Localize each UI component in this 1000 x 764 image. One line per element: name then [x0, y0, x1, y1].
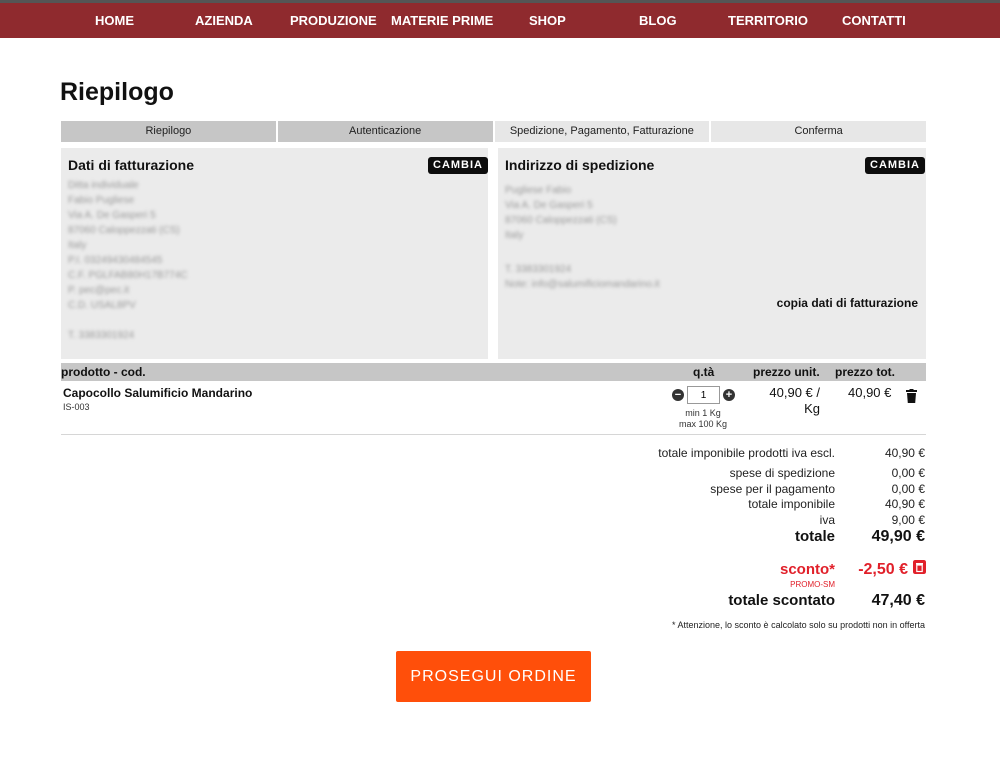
- plus-icon[interactable]: +: [723, 389, 735, 401]
- nav-azienda[interactable]: AZIENDA: [195, 13, 253, 28]
- step-riepilogo[interactable]: Riepilogo: [61, 121, 276, 142]
- billing-line: Via A. De Gasperi 5: [68, 210, 156, 221]
- step-spedizione: Spedizione, Pagamento, Fatturazione: [494, 121, 710, 142]
- proceed-order-button[interactable]: PROSEGUI ORDINE: [396, 651, 591, 702]
- product-table-header: prodotto - cod. q.tà prezzo unit. prezzo…: [61, 363, 926, 381]
- sconto-label: sconto*: [779, 561, 835, 578]
- total-price: 40,90 €: [848, 385, 892, 400]
- iva-label: iva: [819, 513, 835, 527]
- imponibile-label: totale imponibile: [748, 497, 835, 511]
- scontato-value: 47,40 €: [871, 592, 925, 609]
- quantity-input[interactable]: [687, 386, 720, 404]
- billing-line: C.D. USAL8PV: [68, 300, 136, 311]
- shipping-line: T. 3383301924: [505, 264, 572, 275]
- nav-contatti[interactable]: CONTATTI: [842, 13, 906, 28]
- scontato-label: totale scontato: [728, 592, 835, 609]
- nav-shop[interactable]: SHOP: [529, 13, 566, 28]
- billing-line: Ditta individuale: [68, 180, 139, 191]
- nav-blog[interactable]: BLOG: [639, 13, 677, 28]
- nav-produzione[interactable]: PRODUZIONE: [290, 13, 377, 28]
- page-title: Riepilogo: [60, 78, 174, 106]
- shipping-change-button[interactable]: CAMBIA: [865, 157, 925, 174]
- nav-materie-prime[interactable]: MATERIE PRIME: [391, 13, 493, 28]
- checkout-steps: Riepilogo Autenticazione Spedizione, Pag…: [61, 121, 926, 142]
- top-navigation: HOME AZIENDA PRODUZIONE MATERIE PRIME SH…: [0, 0, 1000, 38]
- imponibile-prodotti-value: 40,90 €: [884, 446, 925, 460]
- step-conferma: Conferma: [711, 121, 926, 142]
- totale-label: totale: [794, 528, 835, 545]
- shipping-line: Note: info@salumificiomandarino.it: [505, 279, 660, 290]
- qty-max-note: max 100 Kg: [678, 419, 728, 429]
- billing-line: P.I. 03249430484545: [68, 255, 163, 266]
- shipping-line: Via A. De Gasperi 5: [505, 200, 593, 211]
- col-unit-price: prezzo unit.: [753, 365, 820, 379]
- shipping-line: Pugliese Fabio: [505, 185, 572, 196]
- promo-code: PROMO-SM: [790, 580, 835, 589]
- discount-note: * Attenzione, lo sconto è calcolato solo…: [672, 620, 925, 630]
- spedizione-label: spese di spedizione: [729, 466, 835, 480]
- trash-icon[interactable]: [906, 389, 917, 403]
- billing-line: T. 3383301924: [68, 330, 135, 341]
- billing-line: Italy: [68, 240, 87, 251]
- shipping-line: 87060 Caloppezzati (CS): [505, 215, 617, 226]
- sconto-value: -2,50 €: [858, 561, 908, 578]
- qty-min-note: min 1 Kg: [685, 408, 721, 418]
- billing-line: 87060 Caloppezzati (CS): [68, 225, 180, 236]
- col-product: prodotto - cod.: [61, 365, 146, 379]
- unit-price: 40,90 € / Kg: [769, 385, 820, 416]
- step-autenticazione[interactable]: Autenticazione: [277, 121, 493, 142]
- billing-title: Dati di fatturazione: [68, 157, 195, 173]
- totale-value: 49,90 €: [871, 528, 925, 545]
- billing-line: P. pec@pec.it: [68, 285, 130, 296]
- nav-territorio[interactable]: TERRITORIO: [728, 13, 808, 28]
- product-name[interactable]: Capocollo Salumificio Mandarino: [63, 386, 252, 400]
- shipping-line: Italy: [505, 230, 524, 241]
- row-divider: [61, 434, 926, 435]
- imponibile-prodotti-label: totale imponibile prodotti iva escl.: [658, 446, 835, 460]
- iva-value: 9,00 €: [891, 513, 925, 527]
- pagamento-label: spese per il pagamento: [710, 482, 835, 496]
- copy-billing-link[interactable]: copia dati di fatturazione: [777, 296, 918, 310]
- shipping-title: Indirizzo di spedizione: [505, 157, 655, 173]
- spedizione-value: 0,00 €: [891, 466, 925, 480]
- col-total-price: prezzo tot.: [835, 365, 895, 379]
- minus-icon[interactable]: −: [672, 389, 684, 401]
- col-qty: q.tà: [693, 365, 715, 379]
- imponibile-value: 40,90 €: [884, 497, 925, 511]
- billing-line: Fabio Pugliese: [68, 195, 135, 206]
- billing-line: C.F. PGLFAB80H17B774C: [68, 270, 188, 281]
- product-code: IS-003: [63, 402, 90, 412]
- quantity-stepper: − +: [672, 386, 735, 404]
- billing-change-button[interactable]: CAMBIA: [428, 157, 488, 174]
- pagamento-value: 0,00 €: [891, 482, 925, 496]
- nav-home[interactable]: HOME: [95, 13, 134, 28]
- billing-box: Dati di fatturazione CAMBIA Ditta indivi…: [61, 148, 488, 359]
- shipping-box: Indirizzo di spedizione CAMBIA Pugliese …: [498, 148, 926, 359]
- remove-discount-icon[interactable]: [913, 560, 926, 574]
